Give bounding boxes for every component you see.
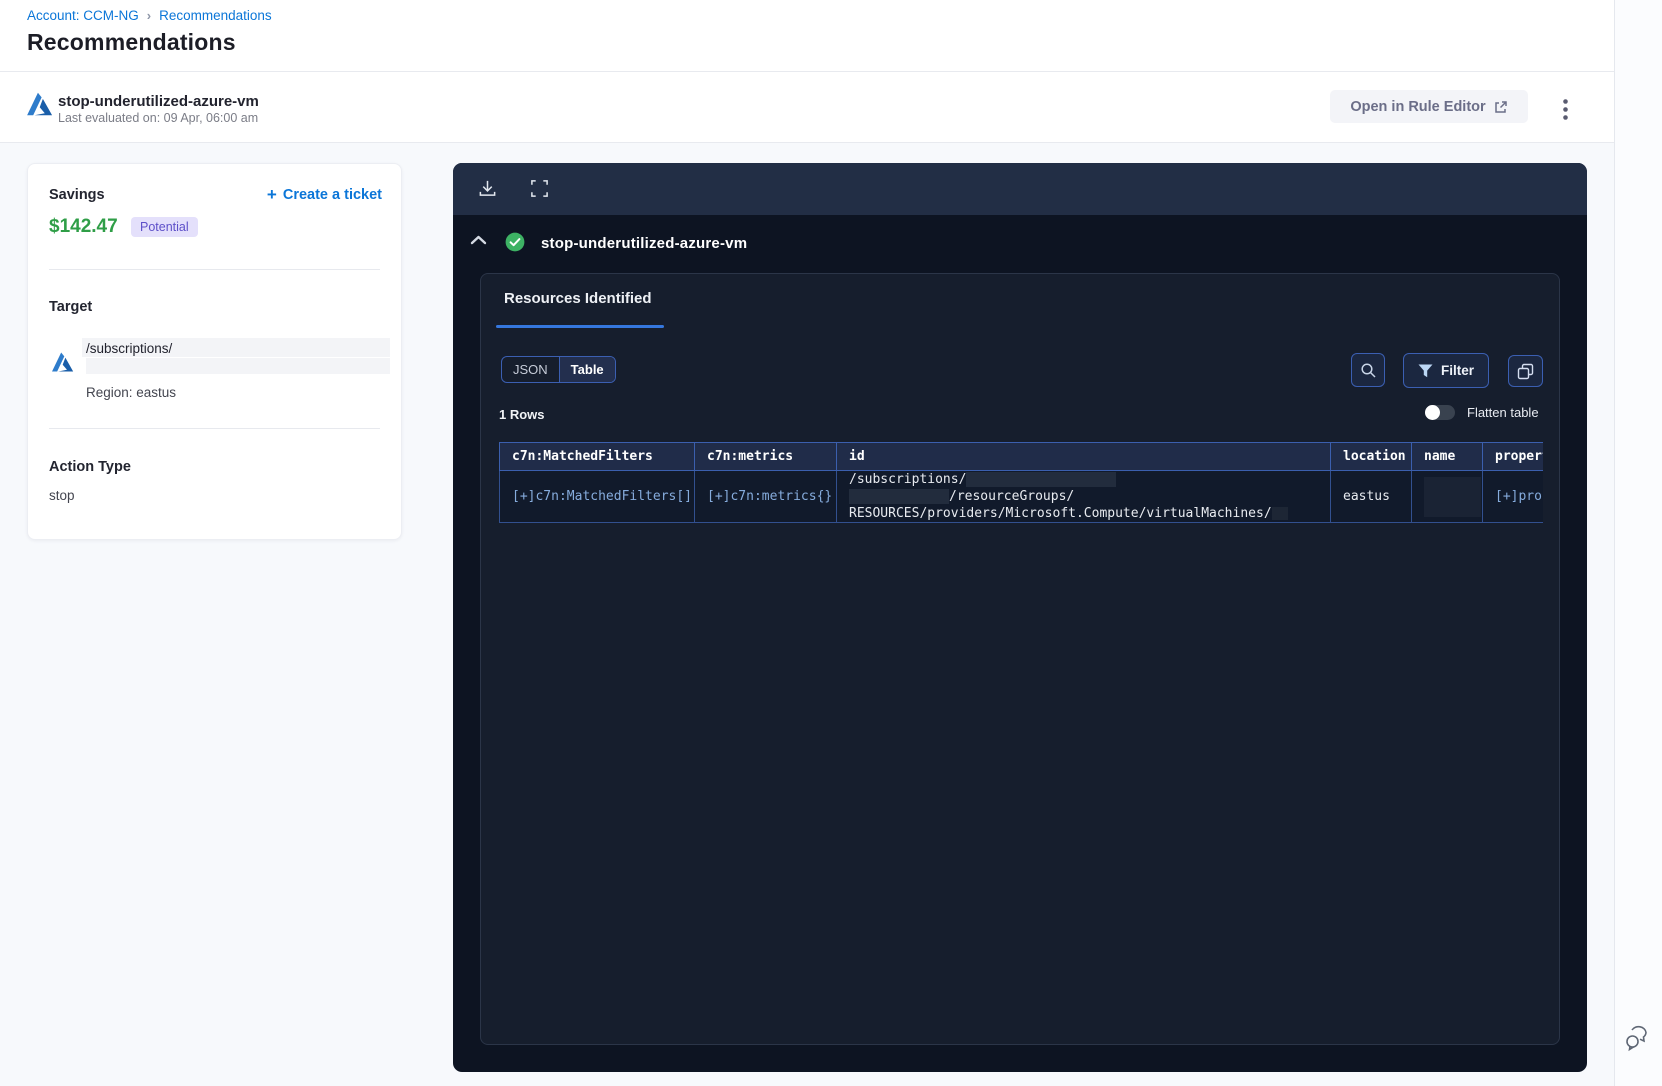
id-line-1: /subscriptions/	[849, 472, 967, 487]
column-header-properties: properties	[1482, 442, 1543, 471]
properties-expander[interactable]: [+]properties{}	[1495, 489, 1543, 504]
panel-rule-name: stop-underutilized-azure-vm	[541, 235, 748, 252]
filter-icon	[1418, 364, 1433, 378]
name-cell	[1411, 470, 1483, 523]
action-type-value: stop	[49, 488, 75, 503]
flatten-table-control: Flatten table	[1425, 405, 1539, 420]
filter-label: Filter	[1440, 363, 1474, 378]
redacted-text	[86, 358, 390, 374]
table-header-row: c7n:MatchedFilters c7n:metrics id locati…	[499, 442, 1543, 471]
page-title: Recommendations	[27, 29, 236, 55]
copy-icon	[1517, 363, 1534, 380]
results-table: c7n:MatchedFilters c7n:metrics id locati…	[499, 442, 1543, 523]
search-button[interactable]	[1351, 353, 1385, 387]
breadcrumb-current-link[interactable]: Recommendations	[159, 8, 272, 23]
savings-amount: $142.47	[49, 216, 118, 237]
chat-help-icon[interactable]	[1622, 1024, 1652, 1054]
redacted-text	[966, 472, 1117, 487]
plus-icon: +	[266, 185, 277, 204]
more-options-kebab-icon[interactable]	[1552, 96, 1578, 122]
flatten-table-toggle[interactable]	[1425, 405, 1455, 420]
id-cell: /subscriptions/ /resourceGroups/ RESOURC…	[836, 470, 1331, 523]
target-path: /subscriptions/	[86, 341, 173, 356]
filter-button[interactable]: Filter	[1403, 353, 1489, 388]
column-header-name: name	[1411, 442, 1483, 471]
success-check-icon	[505, 232, 525, 252]
open-in-rule-editor-button[interactable]: Open in Rule Editor	[1330, 90, 1528, 123]
column-header-id: id	[836, 442, 1331, 471]
chevron-right-icon: ›	[146, 8, 152, 23]
location-cell: eastus	[1330, 470, 1412, 523]
active-tab-underline	[496, 325, 664, 328]
azure-icon	[51, 352, 74, 372]
redacted-text	[1424, 476, 1481, 517]
rule-name: stop-underutilized-azure-vm	[58, 93, 259, 110]
metrics-expander[interactable]: [+]c7n:metrics{}	[707, 489, 832, 504]
breadcrumb-account-link[interactable]: Account: CCM-NG	[27, 8, 139, 23]
right-gutter	[1615, 0, 1662, 1086]
open-in-rule-editor-label: Open in Rule Editor	[1350, 98, 1486, 115]
resources-identified-panel: Resources Identified JSON Table Filter 1…	[480, 273, 1560, 1045]
fullscreen-icon[interactable]	[530, 179, 550, 199]
id-line-3: RESOURCES/providers/Microsoft.Compute/vi…	[849, 506, 1272, 521]
divider	[0, 71, 1614, 72]
view-mode-segmented-control: JSON Table	[501, 356, 616, 383]
redacted-text	[849, 489, 949, 504]
results-table-container: c7n:MatchedFilters c7n:metrics id locati…	[499, 442, 1543, 523]
flatten-table-label: Flatten table	[1467, 405, 1539, 420]
app: Account: CCM-NG › Recommendations Recomm…	[0, 0, 1662, 1086]
breadcrumb: Account: CCM-NG › Recommendations	[27, 8, 272, 23]
id-line-2: /resourceGroups/	[949, 489, 1075, 504]
target-label: Target	[49, 299, 93, 315]
divider	[49, 269, 380, 270]
redacted-text	[1271, 507, 1288, 520]
tab-resources-identified[interactable]: Resources Identified	[504, 290, 652, 307]
view-mode-json[interactable]: JSON	[502, 357, 560, 382]
view-mode-table[interactable]: Table	[559, 357, 615, 382]
column-header-location: location	[1330, 442, 1412, 471]
savings-card: Savings + Create a ticket $142.47 Potent…	[27, 163, 402, 540]
action-type-label: Action Type	[49, 459, 131, 475]
potential-badge: Potential	[131, 217, 198, 237]
azure-icon	[26, 92, 53, 116]
column-header-matched-filters: c7n:MatchedFilters	[499, 442, 695, 471]
download-icon[interactable]	[478, 179, 498, 199]
collapse-chevron-up-icon[interactable]	[470, 234, 488, 248]
results-panel: stop-underutilized-azure-vm Resources Id…	[453, 163, 1587, 1072]
external-link-icon	[1494, 100, 1508, 114]
copy-button[interactable]	[1508, 355, 1543, 387]
savings-label: Savings	[49, 187, 105, 203]
toggle-knob	[1425, 405, 1440, 420]
rows-count: 1 Rows	[499, 407, 545, 422]
matched-filters-expander[interactable]: [+]c7n:MatchedFilters[]	[512, 489, 692, 504]
create-ticket-label: Create a ticket	[282, 187, 382, 203]
table-row: [+]c7n:MatchedFilters[] [+]c7n:metrics{}…	[499, 470, 1543, 523]
rule-last-evaluated: Last evaluated on: 09 Apr, 06:00 am	[58, 111, 259, 125]
search-icon	[1360, 362, 1377, 379]
column-header-metrics: c7n:metrics	[694, 442, 837, 471]
target-region: Region: eastus	[86, 385, 177, 400]
divider	[49, 428, 380, 429]
panel-toolbar	[453, 163, 1587, 215]
create-ticket-link[interactable]: + Create a ticket	[266, 185, 382, 204]
